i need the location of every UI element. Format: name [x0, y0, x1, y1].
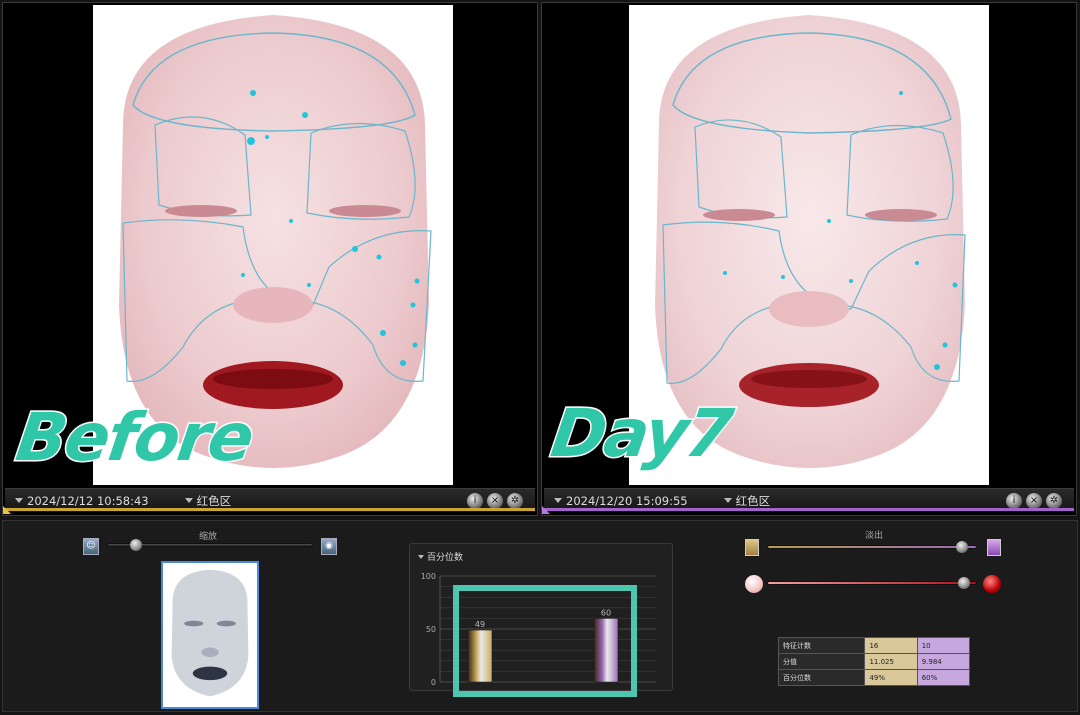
close-icon[interactable]: ×	[487, 492, 503, 509]
stat-label: 分值	[777, 653, 866, 670]
stat-after-value: 9.984	[916, 653, 971, 670]
before-image-panel: Before 2024/12/12 10:58:43 红色区 i × ✲	[2, 2, 538, 516]
stats-table: 特征计数 16 10 分值 11.025 9.984 百分位数 49% 60%	[777, 637, 971, 686]
zoom-slider-knob[interactable]	[129, 539, 142, 551]
before-region-label: 红色区	[196, 493, 232, 508]
zoom-in-eye-icon[interactable]: ◉	[321, 538, 337, 555]
settings-icon[interactable]: ✲	[1046, 492, 1062, 509]
after-overlay-label: Day7	[545, 394, 737, 474]
before-timestamp[interactable]: 2024/12/12 10:58:43	[27, 494, 149, 508]
after-image-panel: Day7 2024/12/20 15:09:55 红色区 i × ✲	[541, 2, 1077, 516]
y-tick-label: 100	[421, 572, 436, 581]
fade-label: 淡出	[865, 531, 884, 541]
dark-red-ball-icon[interactable]	[983, 575, 1001, 593]
before-accent-line	[5, 508, 535, 511]
chevron-down-icon	[723, 498, 732, 503]
settings-icon[interactable]: ✲	[507, 492, 523, 509]
zoom-out-face-icon[interactable]: ☺	[83, 538, 99, 555]
after-color-swatch[interactable]	[987, 539, 1001, 556]
stat-label: 特征计数	[777, 637, 866, 654]
stat-before-value: 49%	[864, 669, 918, 686]
before-color-swatch[interactable]	[745, 539, 759, 556]
before-region-dropdown[interactable]: 红色区	[184, 493, 232, 509]
after-timestamp[interactable]: 2024/12/20 15:09:55	[566, 494, 688, 508]
stat-label: 百分位数	[777, 669, 866, 686]
chevron-down-icon[interactable]	[15, 498, 23, 503]
zoom-label: 缩放	[199, 532, 218, 542]
chevron-down-icon	[184, 498, 193, 503]
after-info-bar: 2024/12/20 15:09:55 红色区 i × ✲	[544, 488, 1074, 512]
info-icon[interactable]: i	[467, 492, 483, 509]
fade-slider-knob[interactable]	[956, 541, 969, 553]
table-row: 百分位数 49% 60%	[777, 669, 971, 686]
chevron-down-icon[interactable]	[554, 498, 562, 503]
light-red-ball-icon[interactable]	[745, 575, 763, 593]
y-tick-label: 0	[431, 678, 436, 687]
table-row: 分值 11.025 9.984	[777, 653, 971, 670]
after-region-dropdown[interactable]: 红色区	[723, 493, 771, 509]
navigator-thumbnail[interactable]	[161, 561, 259, 709]
before-corner-marker	[3, 506, 11, 514]
fade-slider-track[interactable]	[767, 545, 977, 549]
before-overlay-label: Before	[10, 398, 258, 478]
control-panel: 缩放 ☺ ◉ 百分位数 0501004960 淡出 特征计数 16 10	[2, 520, 1078, 712]
y-tick-label: 50	[426, 625, 436, 634]
info-icon[interactable]: i	[1006, 492, 1022, 509]
table-row: 特征计数 16 10	[777, 637, 971, 654]
highlight-box	[453, 585, 637, 697]
after-accent-line	[544, 508, 1074, 511]
close-icon[interactable]: ×	[1026, 492, 1042, 509]
stat-after-value: 60%	[916, 669, 971, 686]
stat-after-value: 10	[916, 637, 971, 654]
before-info-bar: 2024/12/12 10:58:43 红色区 i × ✲	[5, 488, 535, 512]
red-intensity-slider-knob[interactable]	[958, 577, 971, 589]
red-intensity-slider-track[interactable]	[767, 581, 977, 585]
stat-before-value: 11.025	[864, 653, 918, 670]
thumbnail-face	[171, 569, 249, 697]
after-region-label: 红色区	[735, 493, 771, 508]
after-corner-marker	[542, 506, 550, 514]
stat-before-value: 16	[864, 637, 918, 654]
